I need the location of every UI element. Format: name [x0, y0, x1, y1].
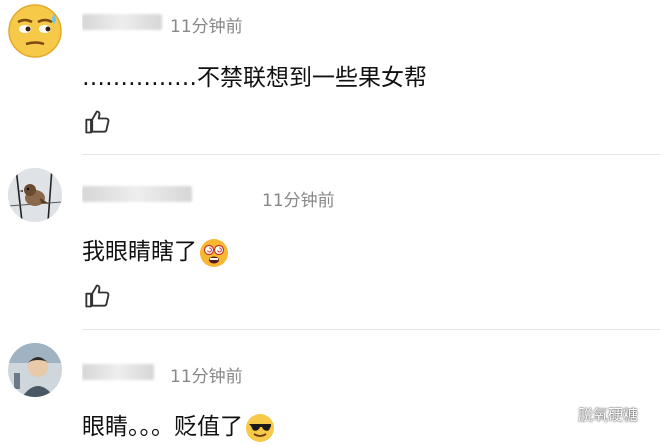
watermark-text: 脱氧硬糖	[577, 406, 638, 424]
comment-3: 11分钟前 眼睛。。。贬值了	[0, 0, 660, 445]
person-avatar-icon	[8, 343, 62, 397]
wechat-icon	[554, 405, 574, 422]
watermark: 脱氧硬糖	[554, 404, 638, 425]
comment-time: 11分钟前	[170, 367, 243, 387]
avatar[interactable]	[8, 343, 62, 397]
comment-text: 眼睛。。。贬值了	[82, 407, 275, 443]
user-name[interactable]	[82, 362, 162, 384]
sunglasses-emoji-icon	[246, 413, 274, 442]
comment-text-body: 眼睛。。。贬值了	[82, 414, 243, 440]
